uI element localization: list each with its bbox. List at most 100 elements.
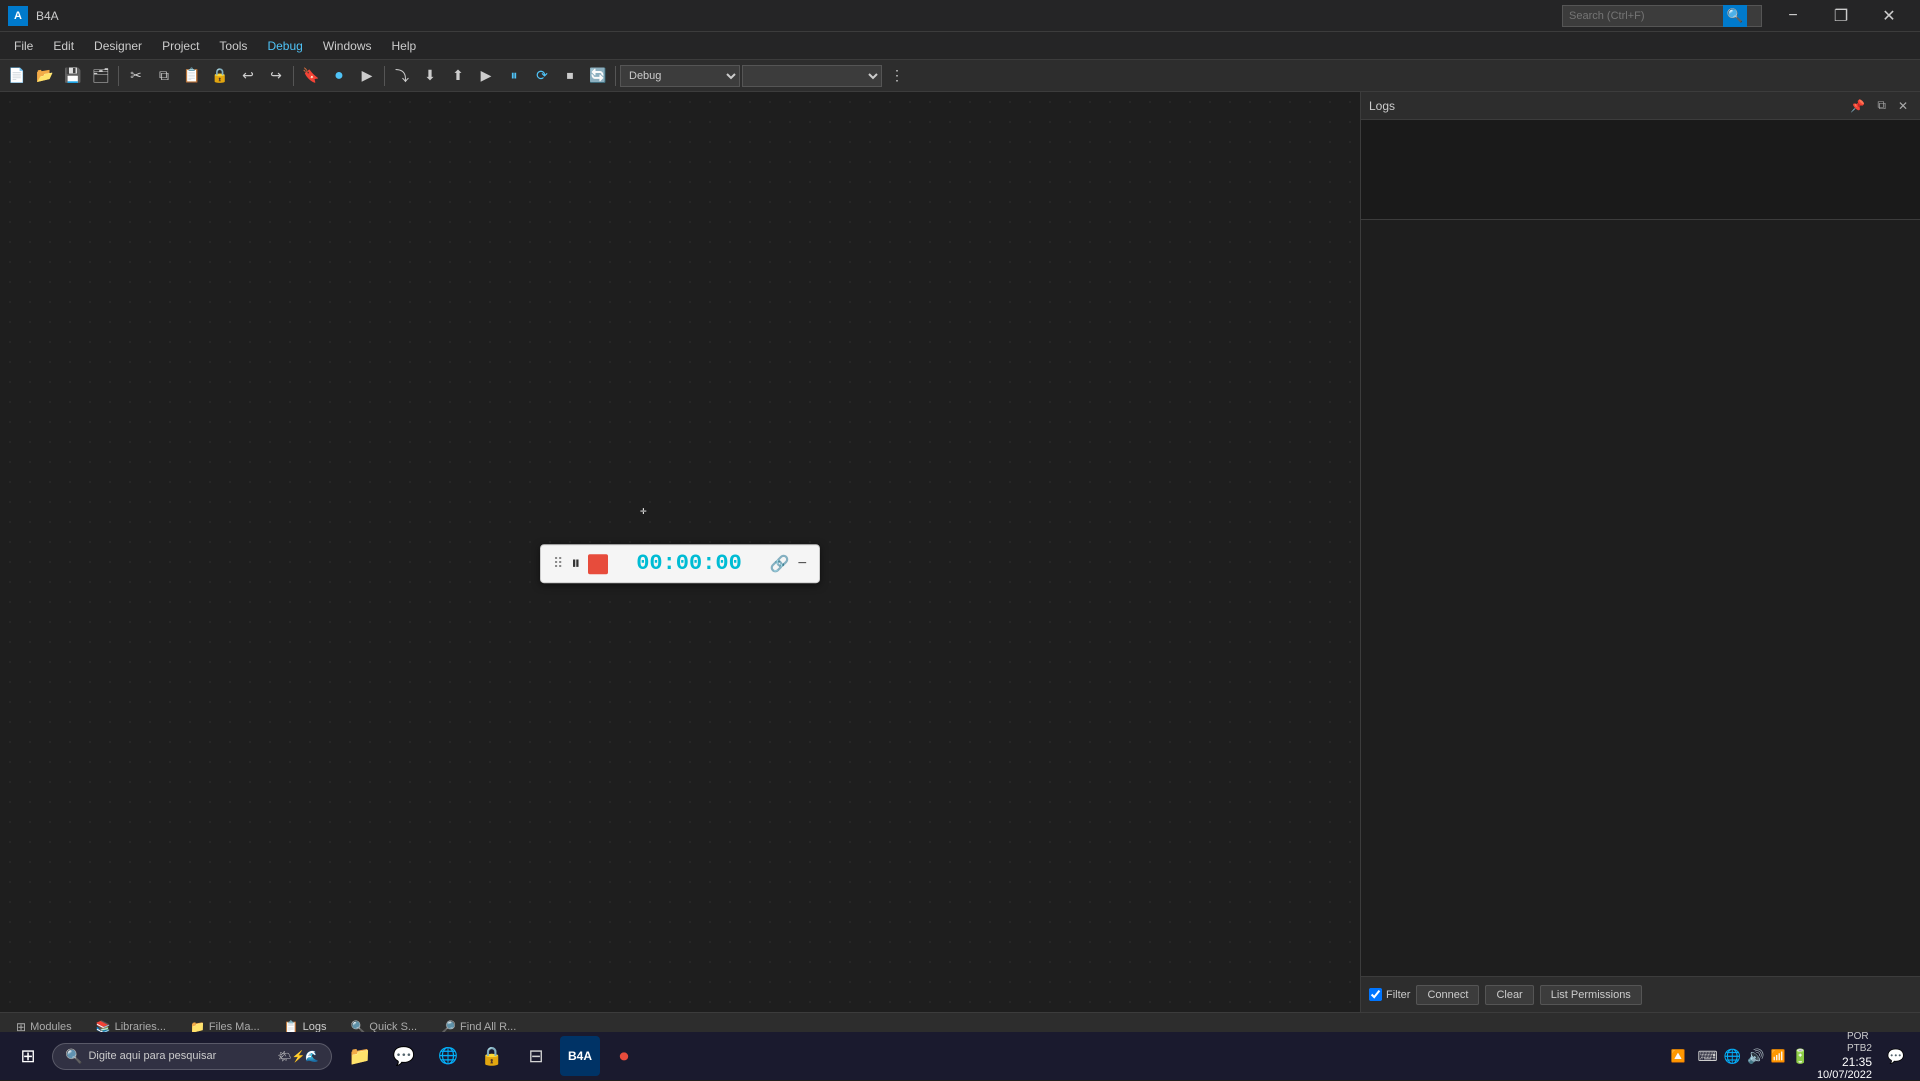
filter-checkbox-label[interactable]: Filter <box>1369 988 1410 1001</box>
notification-button[interactable]: 💬 <box>1880 1040 1912 1072</box>
close-button[interactable]: ✕ <box>1866 0 1912 32</box>
window-controls: − ❐ ✕ <box>1770 0 1912 32</box>
logs-content-area <box>1361 120 1920 976</box>
menu-tools[interactable]: Tools <box>209 35 257 57</box>
toolbar-pause[interactable]: ⏸ <box>501 63 527 89</box>
taskbar-apps: 📁 💬 🌐 🔒 ⊟ B4A ⏺ <box>340 1036 644 1076</box>
sys-tray[interactable]: 🔼 <box>1667 1045 1690 1067</box>
logs-panel: Logs 📌 ⧉ ✕ Filter Connect Clear List Per… <box>1360 92 1920 1012</box>
clock-time: 21:35 <box>1842 1055 1872 1069</box>
debug-link-button[interactable]: 🔗 <box>770 554 790 574</box>
toolbar-lock[interactable]: 🔒 <box>207 63 233 89</box>
start-icon: ⊞ <box>20 1046 35 1067</box>
taskbar-app-lock[interactable]: 🔒 <box>472 1036 512 1076</box>
taskbar-sys-icons: ⌨ 🌐 🔊 📶 🔋 <box>1697 1048 1808 1065</box>
editor-area[interactable]: ✛ ⠿ ⏸ 00:00:00 🔗 − <box>0 92 1360 1012</box>
toolbar-sep3 <box>384 66 385 86</box>
toolbar-undo[interactable]: ↩ <box>235 63 261 89</box>
toolbar-more[interactable]: ⋮ <box>884 63 910 89</box>
logs-float-button[interactable]: ⧉ <box>1873 96 1890 115</box>
toolbar-run2[interactable]: ▶ <box>354 63 380 89</box>
clear-button[interactable]: Clear <box>1485 985 1533 1005</box>
title-bar: A B4A 🔍 − ❐ ✕ <box>0 0 1920 32</box>
taskbar-app-explorer[interactable]: 📁 <box>340 1036 380 1076</box>
start-button[interactable]: ⊞ <box>8 1036 48 1076</box>
filter-checkbox[interactable] <box>1369 988 1382 1001</box>
taskbar-app-chrome[interactable]: 🌐 <box>428 1036 468 1076</box>
toolbar-sep4 <box>615 66 616 86</box>
menu-file[interactable]: File <box>4 35 43 57</box>
taskbar-app-b4a[interactable]: B4A <box>560 1036 600 1076</box>
clock-locale: PORPTB2 <box>1847 1031 1872 1055</box>
toolbar-redo[interactable]: ↪ <box>263 63 289 89</box>
toolbar-save[interactable]: 💾 <box>60 63 86 89</box>
debug-grip-icon: ⠿ <box>553 555 563 572</box>
volume-icon[interactable]: 🔊 <box>1747 1048 1764 1065</box>
search-button[interactable]: 🔍 <box>1723 5 1747 27</box>
menu-help[interactable]: Help <box>382 35 427 57</box>
minimize-button[interactable]: − <box>1770 0 1816 32</box>
app-title: B4A <box>36 9 1562 23</box>
logs-title: Logs <box>1369 99 1846 113</box>
debug-bar[interactable]: ⠿ ⏸ 00:00:00 🔗 − <box>540 544 820 583</box>
taskbar-clock[interactable]: PORPTB2 21:35 10/07/2022 <box>1817 1031 1872 1081</box>
toolbar-run[interactable]: ● <box>326 63 352 89</box>
toolbar-cut[interactable]: ✂ <box>123 63 149 89</box>
toolbar-step-over[interactable]: ⤵ <box>389 63 415 89</box>
logs-bottom-controls: Filter Connect Clear List Permissions <box>1361 976 1920 1012</box>
list-permissions-button[interactable]: List Permissions <box>1540 985 1642 1005</box>
taskbar-search-icon: 🔍 <box>65 1048 82 1065</box>
toolbar-save-all[interactable]: 🗂 <box>88 63 114 89</box>
logs-controls: 📌 ⧉ ✕ <box>1846 96 1912 115</box>
logs-close-button[interactable]: ✕ <box>1894 96 1912 115</box>
taskbar: ⊞ 🔍 Digite aqui para pesquisar 🌤⚡🌊 📁 💬 🌐… <box>0 1032 1920 1080</box>
toolbar-step-into[interactable]: ⬇ <box>417 63 443 89</box>
taskbar-search-text: Digite aqui para pesquisar <box>88 1050 216 1062</box>
debug-timer: 00:00:00 <box>616 551 761 576</box>
toolbar-open[interactable]: 📂 <box>32 63 58 89</box>
taskbar-weather-icons: 🌤⚡🌊 <box>278 1050 319 1063</box>
logs-main-area <box>1361 220 1920 976</box>
toolbar-sep2 <box>293 66 294 86</box>
logs-pin-button[interactable]: 📌 <box>1846 96 1869 115</box>
toolbar-bookmark[interactable]: 🔖 <box>298 63 324 89</box>
taskbar-app-whatsapp[interactable]: 💬 <box>384 1036 424 1076</box>
clock-date: 10/07/2022 <box>1817 1069 1872 1081</box>
debug-mode-dropdown[interactable]: Debug Release <box>620 65 740 87</box>
taskbar-right: 🔼 ⌨ 🌐 🔊 📶 🔋 PORPTB2 21:35 10/07/2022 💬 <box>1667 1031 1913 1081</box>
toolbar-stop[interactable]: ⏹ <box>557 63 583 89</box>
menu-project[interactable]: Project <box>152 35 209 57</box>
taskbar-app-record[interactable]: ⏺ <box>604 1036 644 1076</box>
wifi-icon[interactable]: 📶 <box>1771 1049 1786 1063</box>
taskbar-search-box[interactable]: 🔍 Digite aqui para pesquisar 🌤⚡🌊 <box>52 1043 332 1070</box>
toolbar-step-out[interactable]: ⬆ <box>445 63 471 89</box>
menu-edit[interactable]: Edit <box>43 35 84 57</box>
toolbar-restart[interactable]: 🔄 <box>585 63 611 89</box>
device-dropdown[interactable] <box>742 65 882 87</box>
debug-pause-button[interactable]: ⏸ <box>571 553 580 574</box>
connect-button[interactable]: Connect <box>1416 985 1479 1005</box>
logs-top-area <box>1361 120 1920 220</box>
search-input[interactable] <box>1563 8 1723 24</box>
menu-designer[interactable]: Designer <box>84 35 152 57</box>
menu-debug[interactable]: Debug <box>257 35 312 57</box>
toolbar-paste[interactable]: 📋 <box>179 63 205 89</box>
toolbar-copy[interactable]: ⧉ <box>151 63 177 89</box>
taskbar-app-grid[interactable]: ⊟ <box>516 1036 556 1076</box>
restore-button[interactable]: ❐ <box>1818 0 1864 32</box>
main-area: ✛ ⠿ ⏸ 00:00:00 🔗 − Logs 📌 ⧉ ✕ <box>0 92 1920 1012</box>
keyboard-icon[interactable]: ⌨ <box>1697 1048 1717 1065</box>
network-icon[interactable]: 🌐 <box>1724 1048 1741 1065</box>
menu-windows[interactable]: Windows <box>313 35 382 57</box>
toolbar-play[interactable]: ▶ <box>473 63 499 89</box>
battery-icon[interactable]: 🔋 <box>1792 1048 1809 1065</box>
cursor: ✛ <box>640 507 652 519</box>
debug-minimize-button[interactable]: − <box>798 555 807 573</box>
menu-bar: File Edit Designer Project Tools Debug W… <box>0 32 1920 60</box>
title-search-box[interactable]: 🔍 <box>1562 5 1762 27</box>
debug-stop-button[interactable] <box>588 554 608 574</box>
toolbar-new[interactable]: 📄 <box>4 63 30 89</box>
logs-header: Logs 📌 ⧉ ✕ <box>1361 92 1920 120</box>
chevron-up-icon: 🔼 <box>1671 1049 1686 1063</box>
toolbar-refresh[interactable]: ⟳ <box>529 63 555 89</box>
